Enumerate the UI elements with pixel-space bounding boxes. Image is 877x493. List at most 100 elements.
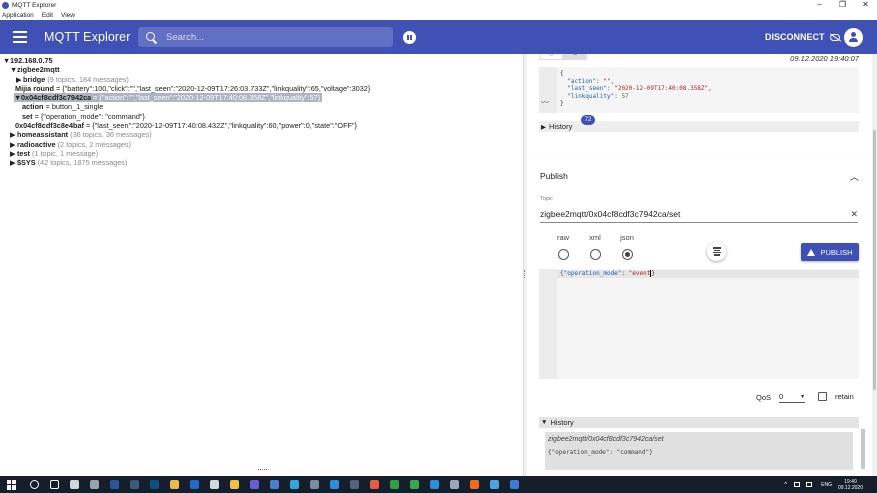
retain-checkbox[interactable]: [818, 392, 827, 401]
pause-icon[interactable]: [403, 31, 416, 44]
radio-json[interactable]: [621, 249, 633, 260]
tree-node-root[interactable]: ▼192.168.0.75: [0, 56, 523, 65]
publish-button[interactable]: PUBLISH: [801, 243, 859, 261]
taskbar-app-icon[interactable]: [89, 480, 99, 489]
network-icon[interactable]: [794, 482, 801, 487]
taskbar-app-icon[interactable]: [269, 480, 279, 489]
tree-node-label: $SYS: [17, 158, 36, 168]
chevron-up-icon[interactable]: ^: [784, 482, 787, 488]
format-label: xml: [589, 233, 601, 242]
language-indicator[interactable]: ENG: [821, 482, 832, 488]
search-box[interactable]: [138, 27, 393, 47]
tree-node-meta: (2 topics, 2 messages): [57, 139, 131, 149]
taskbar-apps: [24, 480, 524, 489]
tree-node-bridge[interactable]: ▶bridge (9 topics, 184 messages): [0, 75, 523, 84]
taskbar-app-icon[interactable]: [229, 480, 239, 489]
taskbar-app-icon[interactable]: [449, 480, 459, 489]
panel-scrollbar-thumb[interactable]: [873, 130, 876, 390]
taskbar-app-icon[interactable]: [509, 480, 519, 489]
qos-control: QoS 0 ▼: [756, 392, 806, 403]
raw-view-icon[interactable]: ≡: [563, 54, 587, 60]
history-entry[interactable]: zigbee2mqtt/0x04cf8cdf3c7942ca/set {"ope…: [545, 432, 853, 470]
taskbar-app-icon[interactable]: [169, 480, 179, 489]
tree-node-homeassistant[interactable]: ▶homeassistant (36 topics, 36 messages): [0, 130, 523, 139]
taskbar-app-icon[interactable]: [249, 480, 259, 489]
history-label: History: [549, 122, 573, 131]
history-scrollbar[interactable]: [861, 429, 865, 469]
radio-xml[interactable]: [589, 249, 601, 260]
send-icon: [807, 248, 816, 256]
splitter-grip[interactable]: [524, 270, 525, 278]
tree-node-value: = {"battery":100,"click":"","last_seen":…: [53, 83, 371, 93]
search-icon[interactable]: [29, 480, 39, 489]
taskbar-app-icon[interactable]: [409, 480, 419, 489]
topic-input[interactable]: zigbee2mqtt/0x04cf8cdf3c7942ca/set: [540, 209, 858, 223]
menu-icon[interactable]: [13, 31, 27, 43]
windows-start-icon[interactable]: [7, 479, 17, 490]
tree-node-set[interactable]: set = {"operation_mode": "command"}: [0, 112, 523, 121]
taskbar-app-icon[interactable]: [209, 480, 219, 489]
taskbar-app-icon[interactable]: [309, 480, 319, 489]
clear-icon[interactable]: ✕: [850, 209, 858, 220]
taskbar-app-icon[interactable]: [369, 480, 379, 489]
tree-node-selected[interactable]: ▼0x04cf8cdf3c7942ca = {"action":"","last…: [0, 93, 523, 103]
taskbar-app-icon[interactable]: [349, 480, 359, 489]
taskbar-app-icon[interactable]: [189, 480, 199, 489]
search-icon: [145, 31, 158, 44]
volume-icon[interactable]: [806, 482, 813, 487]
payload-editor[interactable]: {"operation_mode": "event}: [539, 269, 859, 379]
tree-node-radioactive[interactable]: ▶radioactive (2 topics, 2 messages): [0, 140, 523, 149]
dropdown-arrow-icon: ▼: [800, 394, 806, 400]
minimize-button[interactable]: –: [808, 0, 831, 10]
chevron-up-icon[interactable]: ︿: [850, 170, 859, 183]
search-input[interactable]: [166, 31, 366, 43]
resize-handle-horizontal[interactable]: [258, 469, 267, 470]
taskbar-app-icon[interactable]: [469, 480, 479, 489]
collapsed-arrow-icon: ▶: [541, 123, 546, 131]
retain-label: retain: [835, 392, 854, 401]
chart-icon[interactable]: 〰: [541, 97, 549, 108]
tree-node-label: 192.168.0.75: [10, 56, 53, 65]
tree-node-action[interactable]: action = button_1_single: [0, 102, 523, 111]
tree-node-value: = {"last_seen":"2020-12-09T17:40:08.432Z…: [83, 121, 358, 131]
tree-node-meta: (1 topic, 1 message): [32, 148, 99, 158]
publish-history-toggle[interactable]: ▼ History: [539, 417, 859, 428]
retain-control[interactable]: retain: [818, 392, 854, 401]
taskbar-app-icon[interactable]: [129, 480, 139, 489]
format-xml[interactable]: xml: [579, 233, 611, 260]
taskbar-app-icon[interactable]: [69, 480, 79, 489]
task-view-icon[interactable]: [49, 480, 59, 489]
clock[interactable]: 19:40 09.12.2020: [838, 479, 863, 491]
qos-select[interactable]: 0 ▼: [779, 392, 806, 403]
taskbar-app-icon[interactable]: [329, 480, 339, 489]
publish-title: Publish: [540, 171, 568, 181]
disconnect-button[interactable]: DISCONNECT: [765, 32, 840, 42]
taskbar-app-icon[interactable]: [429, 480, 439, 489]
menu-application[interactable]: Application: [2, 12, 34, 19]
taskbar-app-icon[interactable]: [489, 480, 499, 489]
tree-node-label: test: [17, 148, 30, 158]
app-bar: MQTT Explorer DISCONNECT: [0, 20, 877, 54]
taskbar-app-icon[interactable]: [289, 480, 299, 489]
taskbar-app-icon[interactable]: [109, 480, 119, 489]
tree-node-value: = {"action":"","last_seen":"2020-12-09T1…: [91, 93, 321, 103]
tree-node-sys[interactable]: ▶$SYS (42 topics, 1875 messages): [0, 158, 523, 167]
tree-node-zigbee2mqtt[interactable]: ▼zigbee2mqtt: [0, 65, 523, 74]
maximize-button[interactable]: ❐: [831, 0, 854, 10]
account-icon[interactable]: [844, 28, 863, 47]
format-json[interactable]: json: [611, 233, 643, 260]
radio-raw[interactable]: [557, 249, 569, 260]
disconnect-label: DISCONNECT: [765, 32, 825, 42]
taskbar-app-icon[interactable]: [149, 480, 159, 489]
tree-node-other-device[interactable]: 0x04cf8cdf3c8e4baf = {"last_seen":"2020-…: [0, 121, 523, 130]
tree-node-mijia-round[interactable]: Mijia round = {"battery":100,"click":"",…: [0, 84, 523, 93]
format-json-icon[interactable]: [707, 242, 726, 261]
format-raw[interactable]: raw: [547, 233, 579, 260]
menu-view[interactable]: View: [61, 12, 75, 19]
menu-edit[interactable]: Edit: [42, 12, 53, 19]
tree-node-test[interactable]: ▶test (1 topic, 1 message): [0, 149, 523, 158]
close-window-button[interactable]: ✕: [854, 0, 877, 10]
taskbar-app-icon[interactable]: [389, 480, 399, 489]
tree-node-value: = button_1_single: [43, 102, 104, 112]
diff-view-icon[interactable]: ‹›: [539, 54, 563, 60]
